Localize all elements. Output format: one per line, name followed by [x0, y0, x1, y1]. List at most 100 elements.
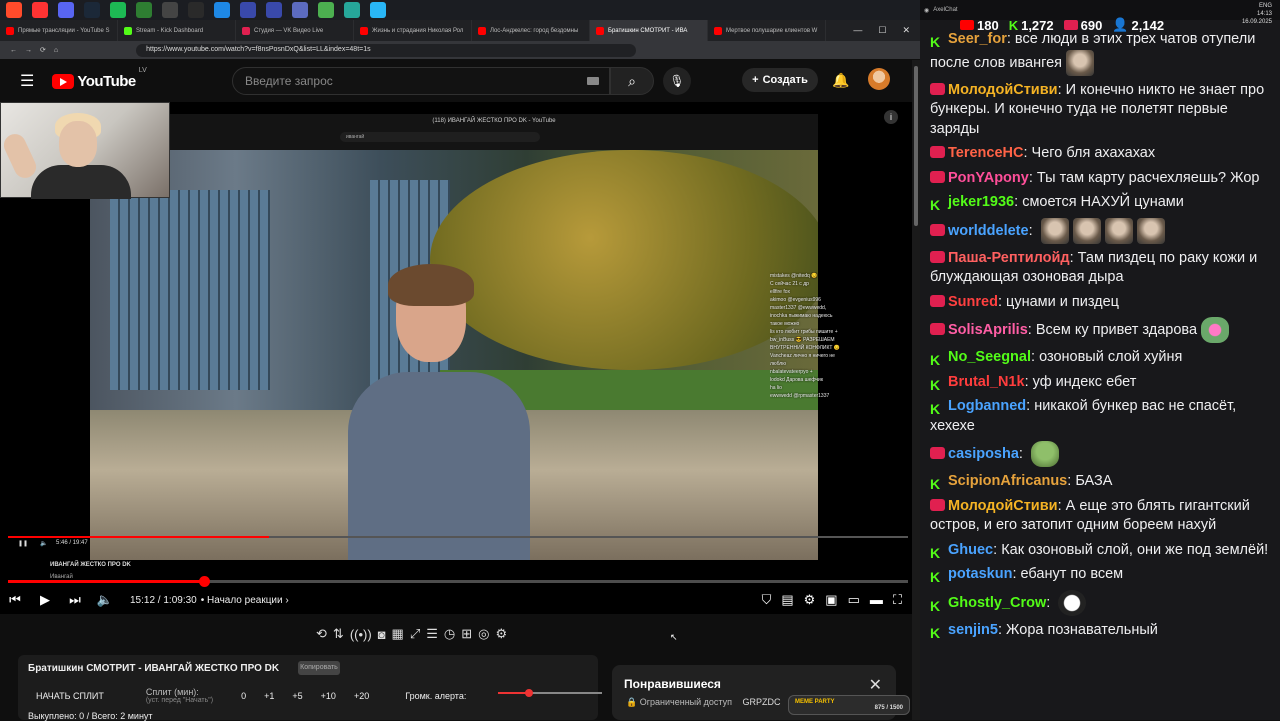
- menu-icon[interactable]: ☰: [20, 71, 34, 91]
- chat-app-icon[interactable]: [214, 2, 230, 18]
- loop-icon[interactable]: ⟲: [316, 626, 327, 642]
- speed-icon[interactable]: ◷: [444, 626, 455, 642]
- screenshot-icon[interactable]: ◎: [478, 626, 489, 642]
- search-input[interactable]: Введите запрос: [232, 67, 610, 95]
- chat-separator: :: [1018, 445, 1027, 462]
- alert-volume-slider[interactable]: [498, 689, 602, 697]
- video-player[interactable]: (118) ИВАНГАЙ ЖЕСТКО ПРО DK - YouTube ив…: [0, 102, 912, 614]
- fullscreen-icon[interactable]: ⛶: [893, 592, 902, 608]
- split-add-10-button[interactable]: +10: [321, 691, 336, 701]
- gear-icon[interactable]: ⚙: [496, 626, 508, 642]
- copy-button[interactable]: Копировать: [298, 661, 340, 675]
- browser-tab[interactable]: Студия — VK Видео Live: [236, 20, 354, 41]
- minimize-icon[interactable]: —: [853, 25, 862, 36]
- add-icon[interactable]: ⊞: [461, 626, 472, 642]
- browser-tab[interactable]: Stream - Kick Dashboard: [118, 20, 236, 41]
- resize-icon[interactable]: ⤢: [410, 626, 420, 642]
- next-icon[interactable]: ⏭: [60, 592, 90, 608]
- miniplayer-icon[interactable]: ▣: [825, 592, 837, 608]
- streamer-app-icon[interactable]: [318, 2, 334, 18]
- yandex-app-icon[interactable]: [32, 2, 48, 18]
- slider-knob[interactable]: [525, 689, 534, 697]
- split-add-5-button[interactable]: +5: [292, 691, 302, 701]
- discord-app-icon[interactable]: [58, 2, 74, 18]
- obs-app-icon[interactable]: [162, 2, 178, 18]
- chat-username[interactable]: МолодойСтиви: [948, 498, 1058, 514]
- chat-username[interactable]: МолодойСтиви: [948, 82, 1058, 98]
- cast-icon[interactable]: ▬: [870, 592, 883, 608]
- chat-username[interactable]: worlddelete: [948, 222, 1029, 238]
- chat-username[interactable]: Logbanned: [948, 398, 1026, 414]
- audio-icon[interactable]: ((•)): [350, 627, 372, 642]
- browser-tab[interactable]: Жизнь и страдания Николая Рол: [354, 20, 472, 41]
- shield-icon[interactable]: ⛉: [762, 592, 772, 608]
- chat-username[interactable]: senjin5: [948, 622, 998, 638]
- telegram-app-icon[interactable]: [370, 2, 386, 18]
- browser-tab[interactable]: Братишкин СМОТРИТ - ИВА: [590, 20, 708, 41]
- split-add-20-button[interactable]: +20: [354, 691, 369, 701]
- previous-icon[interactable]: ⏮: [0, 592, 30, 608]
- maximize-icon[interactable]: ☐: [878, 25, 886, 36]
- gallery-app-icon[interactable]: [240, 2, 256, 18]
- keyboard-icon[interactable]: [587, 77, 599, 85]
- theater-mode-icon[interactable]: ▭: [848, 592, 860, 608]
- player-controls: ⏮ ▶ ⏭ 🔈 15:12 / 1:09:30 • Начало реакции…: [0, 588, 912, 612]
- notifications-bell-icon[interactable]: 🔔: [832, 72, 849, 89]
- chat-username[interactable]: potaskun: [948, 566, 1012, 582]
- mod-app-icon[interactable]: [344, 2, 360, 18]
- chat-username[interactable]: Brutal_N1k: [948, 374, 1025, 390]
- close-icon[interactable]: ✕: [869, 675, 882, 695]
- game-app-icon[interactable]: [136, 2, 152, 18]
- chat-username[interactable]: Ghuec: [948, 542, 993, 558]
- forward-icon[interactable]: →: [25, 47, 32, 54]
- youtube-logo[interactable]: YouTube LV: [52, 67, 147, 90]
- browser-tab[interactable]: Мертвое полушарие клиентов W: [708, 20, 826, 41]
- home-icon[interactable]: ⌂: [54, 47, 58, 54]
- scrollbar-thumb[interactable]: [914, 66, 918, 226]
- start-split-button[interactable]: НАЧАТЬ СПЛИТ: [36, 691, 104, 701]
- chat-username[interactable]: TerenceHC: [948, 145, 1023, 161]
- chat-username[interactable]: Ghostly_Crow: [948, 594, 1046, 610]
- create-button[interactable]: + Создать: [742, 68, 818, 92]
- film-icon[interactable]: ▦: [392, 626, 404, 642]
- reload-icon[interactable]: ⟳: [40, 46, 46, 54]
- browser-tab[interactable]: Прямые трансляции - YouTube S: [0, 20, 118, 41]
- twitch-app-icon[interactable]: [292, 2, 308, 18]
- chat-username[interactable]: ScipionAfricanus: [948, 473, 1067, 489]
- page-scrollbar[interactable]: [912, 60, 920, 720]
- subtitles-icon[interactable]: ▤: [781, 592, 793, 608]
- back-icon[interactable]: ←: [10, 47, 17, 54]
- chat-username[interactable]: PonYApony: [948, 170, 1029, 186]
- camera-icon[interactable]: ◙: [378, 627, 386, 642]
- list-icon[interactable]: ☰: [426, 626, 438, 642]
- browser-tab[interactable]: Лос-Анджелес: город бездомны: [472, 20, 590, 41]
- settings-gear-icon[interactable]: ⚙: [804, 592, 816, 608]
- chat-username[interactable]: Sunred: [948, 294, 998, 310]
- chat-username[interactable]: Seer_for: [948, 31, 1007, 47]
- split-add-1-button[interactable]: +1: [264, 691, 274, 701]
- progress-bar[interactable]: [8, 576, 908, 587]
- info-icon[interactable]: i: [884, 110, 898, 124]
- play-icon[interactable]: ▶: [30, 592, 60, 608]
- chat-username[interactable]: jeker1936: [948, 194, 1014, 210]
- chat-separator: :: [1006, 31, 1015, 47]
- chat-username[interactable]: Паша-Рептилойд: [948, 250, 1070, 266]
- xbox-app-icon[interactable]: [188, 2, 204, 18]
- volume-icon[interactable]: 🔈: [90, 592, 120, 608]
- url-input[interactable]: https://www.youtube.com/watch?v=f8nsPosn…: [136, 43, 637, 57]
- browser-app-icon[interactable]: [6, 2, 22, 18]
- chat-username[interactable]: SolisAprilis: [948, 322, 1028, 338]
- avatar[interactable]: [868, 68, 890, 90]
- chat-username[interactable]: No_Seegnal: [948, 349, 1031, 365]
- split-value-0[interactable]: 0: [241, 691, 246, 701]
- chat-username[interactable]: casiposha: [948, 446, 1019, 462]
- search-button[interactable]: ⌕: [610, 67, 654, 95]
- voice-search-button[interactable]: 🎙: [663, 67, 691, 95]
- media-app-icon[interactable]: [266, 2, 282, 18]
- chapter-title[interactable]: • Начало реакции ›: [201, 595, 289, 606]
- sort-icon[interactable]: ⇅: [333, 626, 344, 642]
- progress-scrubber[interactable]: [199, 576, 211, 587]
- steam-app-icon[interactable]: [84, 2, 100, 18]
- spotify-app-icon[interactable]: [110, 2, 126, 18]
- close-window-icon[interactable]: ✕: [902, 25, 910, 36]
